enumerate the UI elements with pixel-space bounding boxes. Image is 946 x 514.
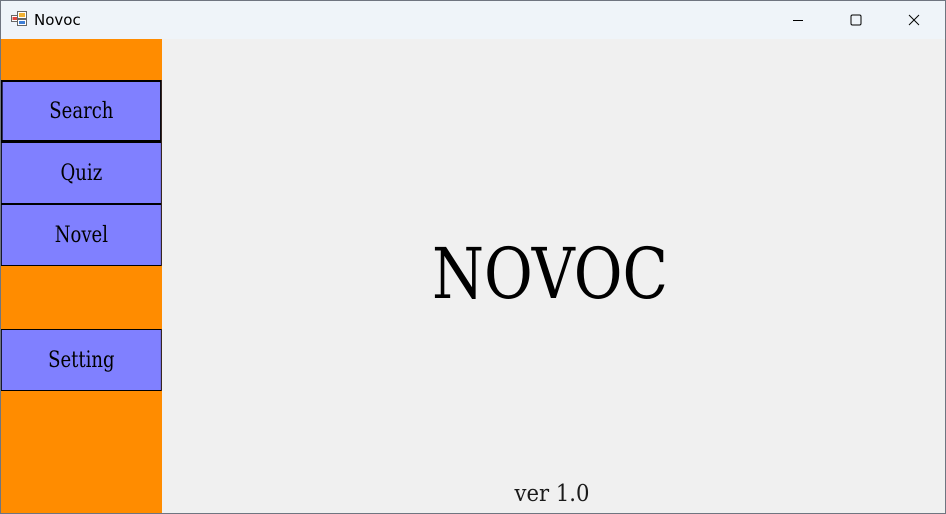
app-icon [11,11,27,26]
window-title: Novoc [34,11,81,29]
minimize-icon [793,20,803,21]
version-label: ver 1.0 [514,481,590,507]
search-button[interactable]: Search [1,80,162,142]
app-window: Novoc Search Quiz Novel Setting NOVOC ve… [0,0,946,514]
app-logo-title: NOVOC [431,233,669,315]
sidebar: Search Quiz Novel Setting [1,39,162,513]
quiz-button-label: Quiz [60,160,103,186]
maximize-button[interactable] [827,1,885,39]
title-bar[interactable]: Novoc [1,1,945,39]
close-icon [908,14,920,26]
search-button-label: Search [49,98,114,124]
minimize-button[interactable] [769,1,827,39]
novel-button-label: Novel [54,222,108,248]
setting-button-label: Setting [48,347,115,373]
maximize-icon [850,14,862,26]
setting-button[interactable]: Setting [1,329,162,391]
quiz-button[interactable]: Quiz [1,142,162,204]
close-button[interactable] [885,1,943,39]
main-panel: NOVOC ver 1.0 [162,39,945,513]
novel-button[interactable]: Novel [1,204,162,266]
